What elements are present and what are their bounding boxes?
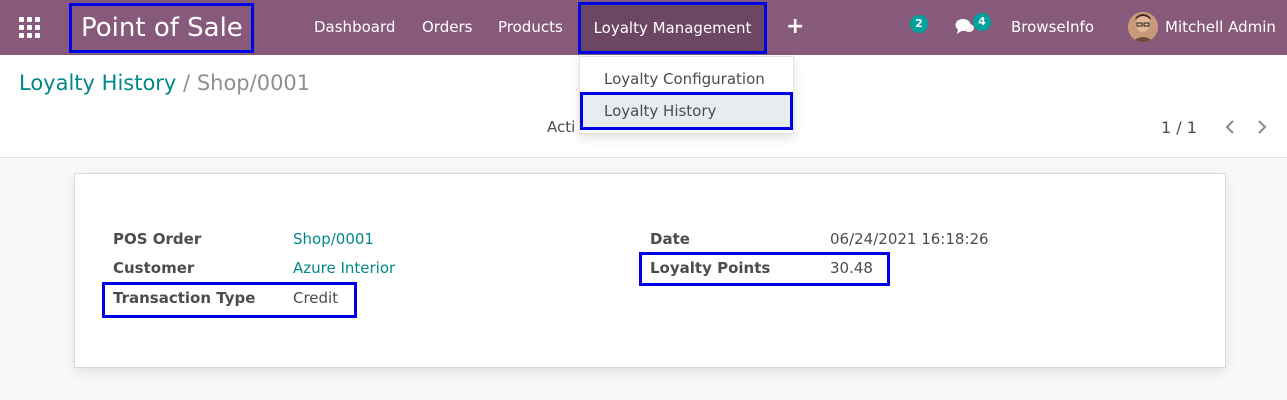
menu-products[interactable]: Products [498,0,563,55]
action-menu[interactable]: Acti [547,118,575,136]
pager-value[interactable]: 1 / 1 [1161,118,1197,137]
activity-badge[interactable]: 2 [910,15,928,33]
chevron-left-icon[interactable] [1221,115,1239,139]
transaction-type-value: Credit [293,289,339,307]
loyalty-points-label: Loyalty Points [650,259,771,277]
company-switcher[interactable]: BrowseInfo [1011,0,1094,55]
breadcrumb-parent[interactable]: Loyalty History [19,71,176,95]
loyalty-points-value: 30.48 [830,259,873,277]
transaction-type-label: Transaction Type [113,289,256,307]
breadcrumb-current: Shop/0001 [196,71,311,95]
breadcrumb-separator: / [183,71,191,95]
dropdown-item-loyalty-configuration[interactable]: Loyalty Configuration [580,64,793,94]
pos-order-value[interactable]: Shop/0001 [293,230,374,248]
message-badge[interactable]: 4 [973,13,991,31]
app-title[interactable]: Point of Sale [69,3,254,53]
pos-order-label: POS Order [113,230,202,248]
date-label: Date [650,230,690,248]
chat-icon[interactable] [955,18,975,40]
chevron-right-icon[interactable] [1253,115,1271,139]
menu-loyalty-management[interactable]: Loyalty Management [578,2,767,54]
dropdown-item-loyalty-history[interactable]: Loyalty History [580,92,793,130]
top-navbar: Point of Sale Dashboard Orders Products … [0,0,1287,55]
menu-orders[interactable]: Orders [422,0,472,55]
plus-icon[interactable]: + [786,14,804,40]
user-menu[interactable]: Mitchell Admin [1165,0,1276,55]
form-sheet: POS Order Shop/0001 Customer Azure Inter… [74,173,1226,368]
customer-label: Customer [113,259,195,277]
avatar[interactable] [1128,12,1158,42]
breadcrumb: Loyalty History / Shop/0001 [19,71,310,95]
date-value: 06/24/2021 16:18:26 [830,230,989,248]
customer-value[interactable]: Azure Interior [293,259,395,277]
menu-dashboard[interactable]: Dashboard [314,0,395,55]
loyalty-dropdown-menu: Loyalty Configuration Loyalty History [579,56,794,134]
apps-grid-icon[interactable] [19,17,41,39]
